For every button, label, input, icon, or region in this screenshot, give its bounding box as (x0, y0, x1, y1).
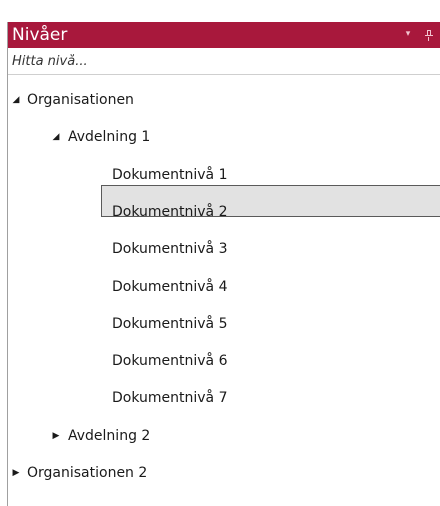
panel-title: Nivåer (12, 25, 68, 45)
collapsed-arrow-icon[interactable]: ▶ (51, 421, 61, 451)
find-level-input[interactable] (8, 48, 440, 74)
tree-node[interactable]: ◢ Organisationen (8, 85, 440, 115)
tree-node-label: Dokumentnivå 4 (112, 278, 228, 295)
expanded-arrow-icon[interactable]: ◢ (11, 85, 21, 115)
tree-node[interactable]: ◢ Avdelning 1 (8, 122, 440, 152)
search-box (8, 48, 440, 75)
tree-node[interactable]: ▶ Avdelning 2 (8, 421, 440, 451)
tree-node-label: Dokumentnivå 5 (112, 315, 228, 332)
tree-node-label: Dokumentnivå 2 (112, 203, 228, 220)
tree-node-label: Avdelning 1 (68, 129, 151, 146)
tree-node[interactable]: Dokumentnivå 6 (8, 346, 440, 376)
tree-node[interactable]: Dokumentnivå 1 (8, 160, 440, 190)
expanded-arrow-icon[interactable]: ◢ (51, 122, 61, 152)
tree-node[interactable]: ▶ Organisationen 2 (8, 458, 440, 488)
tree-node-label: Organisationen (27, 92, 134, 108)
chevron-down-icon[interactable]: ▾ (401, 25, 415, 43)
tree-node[interactable]: Dokumentnivå 5 (8, 309, 440, 339)
tree-node[interactable]: Dokumentnivå 2 (8, 197, 440, 227)
panel-title-bar: Nivåer ▾ (8, 22, 440, 48)
levels-panel: Nivåer ▾ ◢ Organisationen ◢ Avdelning 1 Doku… (7, 22, 440, 506)
tree-node-label: Dokumentnivå 6 (112, 353, 228, 370)
tree-node[interactable]: Dokumentnivå 7 (8, 383, 440, 413)
tree-node-label: Avdelning 2 (68, 427, 151, 444)
tree-node-label: Dokumentnivå 7 (112, 390, 228, 407)
tree-node-label: Organisationen 2 (27, 465, 148, 481)
tree-node[interactable]: Dokumentnivå 4 (8, 272, 440, 302)
collapsed-arrow-icon[interactable]: ▶ (11, 458, 21, 488)
pin-icon[interactable] (422, 25, 436, 43)
tree-node-label: Dokumentnivå 3 (112, 241, 228, 258)
tree-node-label: Dokumentnivå 1 (112, 166, 228, 183)
tree-node[interactable]: Dokumentnivå 3 (8, 234, 440, 264)
